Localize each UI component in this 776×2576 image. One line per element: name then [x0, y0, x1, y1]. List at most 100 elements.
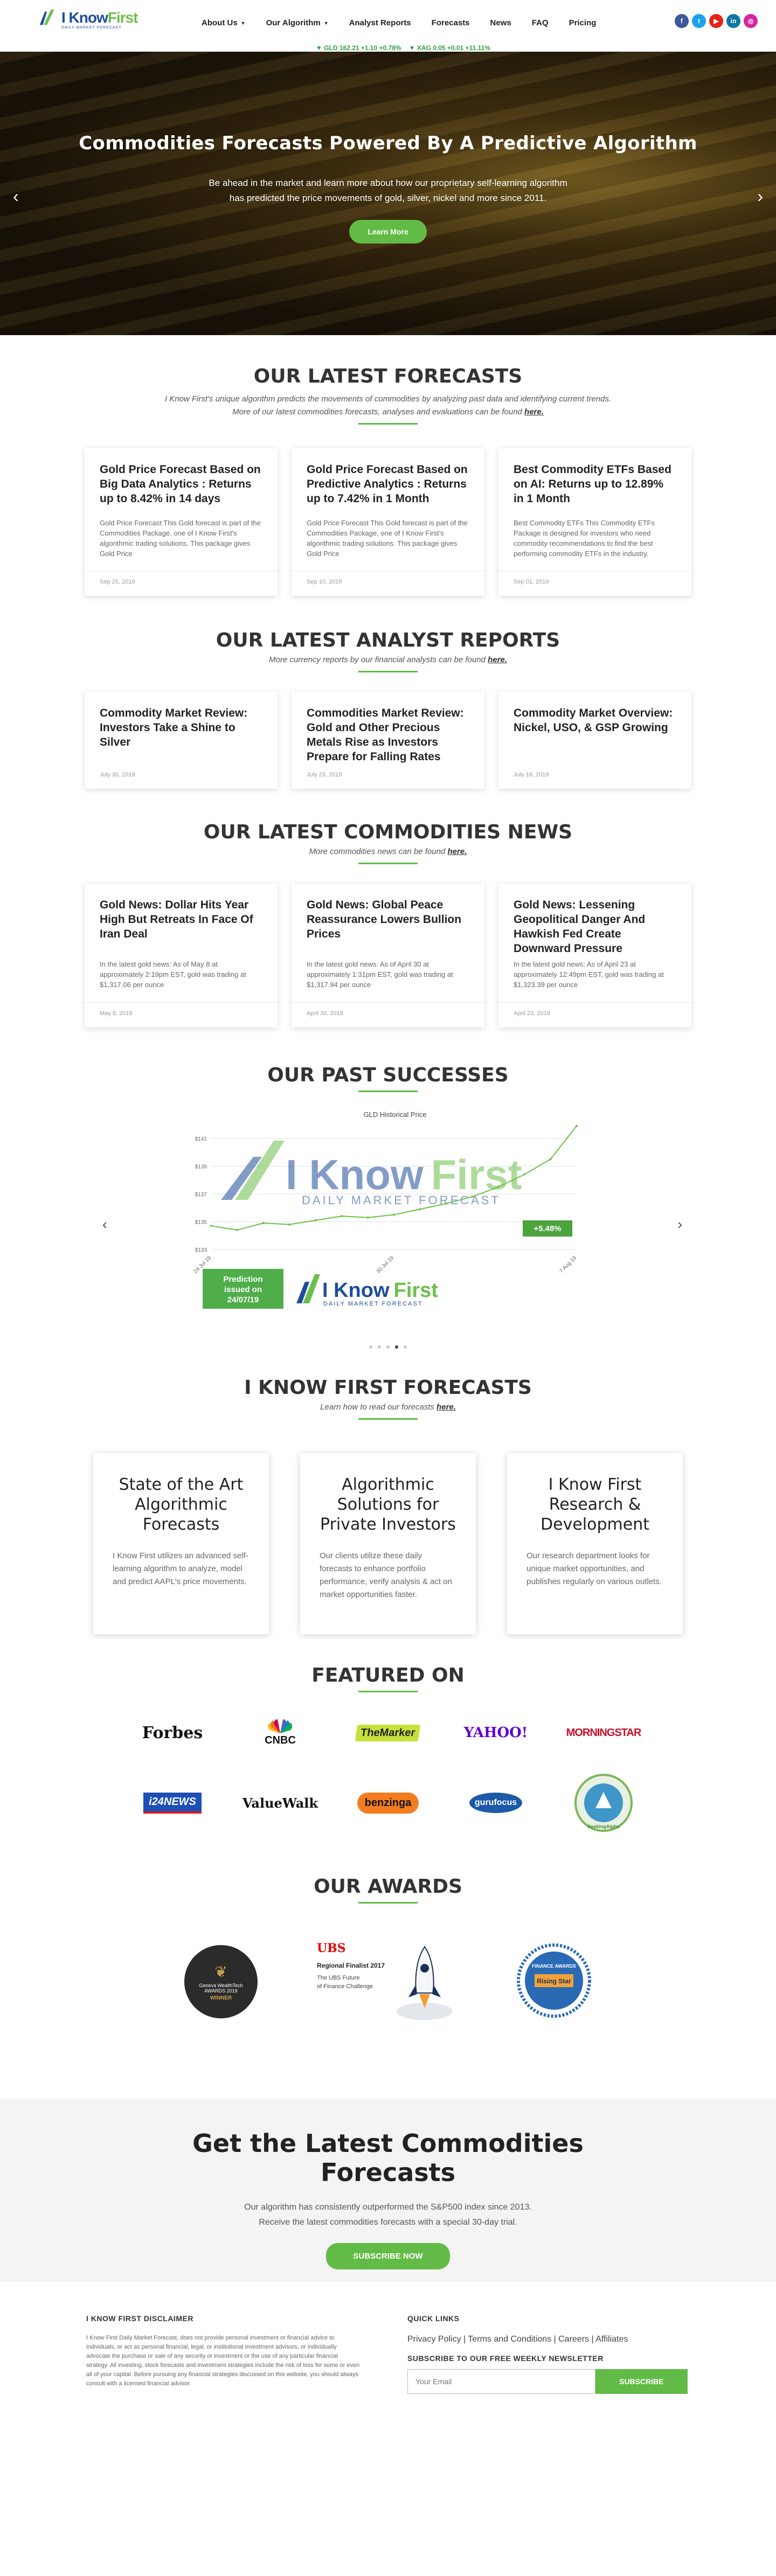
y-tick-label: $141	[195, 1136, 207, 1142]
feature-text: Our research department looks for unique…	[526, 1551, 662, 1586]
data-point	[314, 1219, 317, 1221]
carousel-next-arrow-icon[interactable]: ›	[677, 1216, 682, 1233]
chevron-down-icon: ▼	[240, 20, 246, 26]
report-card[interactable]: Commodities Market Review: Gold and Othe…	[292, 692, 484, 789]
carousel-dot[interactable]	[369, 1345, 372, 1349]
card-title[interactable]: Commodity Market Overview: Nickel, USO, …	[514, 706, 676, 764]
forbes-logo[interactable]: Forbes	[135, 1716, 210, 1750]
report-cards: Commodity Market Review: Investors Take …	[0, 692, 776, 789]
card-title[interactable]: Commodities Market Review: Gold and Othe…	[307, 706, 469, 764]
learn-more-button[interactable]: Learn More	[349, 220, 427, 244]
chevron-down-icon: ▼	[323, 20, 329, 26]
svg-text:I KnowFirst: I Know First	[322, 1279, 438, 1302]
subscribe-now-button[interactable]: SUBSCRIBE NOW	[326, 2243, 450, 2269]
nav-forecasts[interactable]: Forecasts	[432, 18, 470, 27]
x-tick-label: 7 Aug 19	[558, 1255, 578, 1274]
svg-text:DAILY MARKET FORECAST: DAILY MARKET FORECAST	[323, 1301, 422, 1307]
footer-disclaimer: I KNOW FIRST DISCLAIMER I Know First Dai…	[86, 2314, 361, 2388]
instagram-icon[interactable]: ◎	[744, 14, 758, 28]
news-card[interactable]: Gold News: Dollar Hits Year High But Ret…	[85, 884, 278, 1027]
site-logo[interactable]: I KnowFirst DAILY MARKET FORECAST	[38, 8, 138, 30]
news-card[interactable]: Gold News: Lessening Geopolitical Danger…	[498, 884, 691, 1027]
badge-line-1: Prediction	[223, 1275, 262, 1284]
card-title[interactable]: Gold News: Global Peace Reassurance Lowe…	[307, 898, 469, 956]
report-card[interactable]: Commodity Market Review: Investors Take …	[85, 692, 278, 789]
i24news-logo[interactable]: i24NEWS	[135, 1786, 210, 1820]
reports-here-link[interactable]: here.	[488, 655, 507, 664]
green-divider	[358, 423, 418, 425]
feature-text: I Know First utilizes an advanced self-l…	[113, 1551, 248, 1586]
hero-text: Be ahead in the market and learn more ab…	[209, 178, 567, 203]
carousel-dot[interactable]	[378, 1345, 381, 1349]
cnbc-logo[interactable]: CNBC	[242, 1716, 318, 1750]
price-ticker: ▼ GLD 162.21 +1.10 +0.78% ▼ XAG 0.05 +0.…	[316, 44, 490, 52]
news-here-link[interactable]: here.	[447, 847, 467, 856]
feature-title: State of the Art Algorithmic Forecasts	[119, 1475, 244, 1534]
linkedin-icon[interactable]: in	[726, 14, 740, 28]
feature-boxes: State of the Art Algorithmic Forecasts I…	[0, 1453, 776, 1634]
feature-box: I Know First Research & Development Our …	[507, 1453, 683, 1634]
benzinga-logo[interactable]: benzinga	[350, 1786, 426, 1820]
hero-banner: ‹ › Commodities Forecasts Powered By A P…	[0, 52, 776, 335]
card-date: Sep 10, 2019	[292, 571, 484, 596]
seeking-alpha-badge[interactable]: SeekingAlpha	[566, 1774, 641, 1832]
geneva-wealthtech-award: ❦ Geneva WealthTech AWARDS 2019 WINNER	[184, 1945, 258, 2018]
carousel-dot[interactable]	[404, 1345, 407, 1349]
carousel-dot-active[interactable]	[395, 1345, 398, 1349]
how-to-here-link[interactable]: here.	[436, 1402, 456, 1412]
newsletter-email-input[interactable]	[407, 2369, 595, 2394]
feature-title: Algorithmic Solutions for Private Invest…	[320, 1475, 456, 1534]
disclaimer-text: I Know First Daily Market Forecast, does…	[86, 2335, 360, 2387]
disclaimer-title: I KNOW FIRST DISCLAIMER	[86, 2314, 193, 2323]
cta-title: Get the Latest Commodities Forecasts	[192, 2129, 584, 2187]
nav-faq[interactable]: FAQ	[532, 18, 549, 27]
footer-links[interactable]: Privacy Policy | Terms and Conditions | …	[407, 2335, 688, 2344]
finance-awards-badge: FINANCE AWARDS Rising Star	[516, 1943, 592, 2021]
nav-our-algorithm[interactable]: Our Algorithm ▼	[266, 18, 329, 27]
card-date: July 23, 2019	[307, 772, 342, 778]
forecast-card[interactable]: Best Commodity ETFs Based on AI: Returns…	[498, 448, 691, 596]
card-excerpt: Gold Price Forecast This Gold forecast i…	[307, 519, 468, 558]
forecast-card[interactable]: Gold Price Forecast Based on Big Data An…	[85, 448, 278, 596]
card-title[interactable]: Gold Price Forecast Based on Big Data An…	[100, 462, 262, 506]
twitter-icon[interactable]: t	[692, 14, 706, 28]
data-point	[210, 1225, 212, 1227]
newsletter-form: SUBSCRIBE TO OUR FREE WEEKLY NEWSLETTER …	[407, 2354, 688, 2394]
commodities-news-section: OUR LATEST COMMODITIES NEWS More commodi…	[0, 789, 776, 1027]
social-links: f t ▶ in ◎	[675, 14, 758, 28]
youtube-icon[interactable]: ▶	[709, 14, 723, 28]
facebook-icon[interactable]: f	[675, 14, 689, 28]
news-card[interactable]: Gold News: Global Peace Reassurance Lowe…	[292, 884, 484, 1027]
themarker-logo[interactable]: TheMarker	[350, 1716, 426, 1750]
nav-about-us[interactable]: About Us ▼	[202, 18, 246, 27]
nav-analyst-reports[interactable]: Analyst Reports	[349, 18, 411, 27]
card-title[interactable]: Gold News: Dollar Hits Year High But Ret…	[100, 898, 262, 956]
valuewalk-logo[interactable]: ValueWalk	[242, 1786, 318, 1820]
feature-box: Algorithmic Solutions for Private Invest…	[300, 1453, 476, 1634]
gurufocus-logo[interactable]: gurufocus	[458, 1786, 534, 1820]
nav-pricing[interactable]: Pricing	[569, 18, 597, 27]
report-card[interactable]: Commodity Market Overview: Nickel, USO, …	[498, 692, 691, 789]
ikf-forecasts-section: I KNOW FIRST FORECASTS Learn how to read…	[0, 1362, 776, 1634]
newsletter-subscribe-button[interactable]: SUBSCRIBE	[595, 2369, 688, 2394]
watermark-logo: I Know First DAILY MARKET FORECAST	[221, 1141, 522, 1207]
return-label: +5.48%	[534, 1224, 561, 1233]
section-title: OUR AWARDS	[314, 1876, 462, 1898]
yahoo-logo[interactable]: YAHOO!	[458, 1716, 534, 1750]
card-title[interactable]: Best Commodity ETFs Based on AI: Returns…	[514, 462, 676, 506]
forecasts-here-link[interactable]: here.	[524, 407, 544, 416]
morningstar-logo[interactable]: MORNINGSTAR	[566, 1716, 642, 1750]
carousel-dot[interactable]	[386, 1345, 390, 1349]
section-title: OUR LATEST FORECASTS	[253, 365, 523, 387]
y-tick-label: $133	[195, 1247, 207, 1253]
card-title[interactable]: Commodity Market Review: Investors Take …	[100, 706, 262, 764]
carousel-prev-arrow-icon[interactable]: ‹	[102, 1216, 107, 1233]
card-title[interactable]: Gold Price Forecast Based on Predictive …	[307, 462, 469, 506]
forecast-card[interactable]: Gold Price Forecast Based on Predictive …	[292, 448, 484, 596]
forecast-cards: Gold Price Forecast Based on Big Data An…	[0, 448, 776, 596]
site-footer: I KNOW FIRST DISCLAIMER I Know First Dai…	[0, 2282, 776, 2443]
subscribe-cta-section: Get the Latest Commodities Forecasts Our …	[0, 2099, 776, 2282]
data-point	[523, 1173, 526, 1176]
card-title[interactable]: Gold News: Lessening Geopolitical Danger…	[514, 898, 676, 956]
nav-news[interactable]: News	[490, 18, 511, 27]
